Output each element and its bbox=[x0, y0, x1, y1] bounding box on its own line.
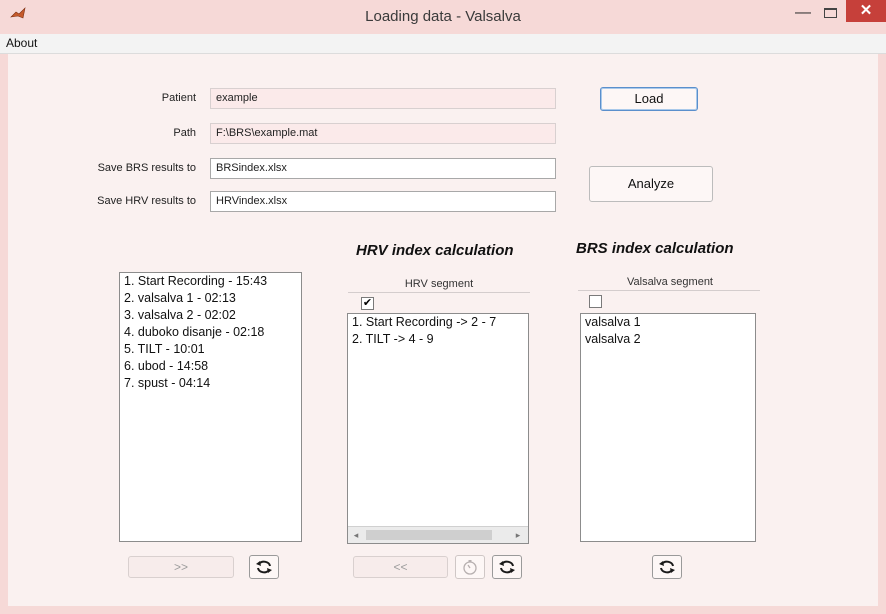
list-item[interactable]: valsalva 2 bbox=[581, 331, 755, 348]
analyze-button[interactable]: Analyze bbox=[589, 166, 713, 202]
valsalva-segment-label: Valsalva segment bbox=[626, 276, 713, 288]
scroll-right-icon[interactable]: ▸ bbox=[512, 528, 524, 542]
brs-refresh-button[interactable] bbox=[652, 555, 682, 579]
list-item[interactable]: 3. valsalva 2 - 02:02 bbox=[120, 307, 301, 324]
divider bbox=[348, 292, 530, 293]
scroll-left-icon[interactable]: ◂ bbox=[350, 528, 362, 542]
hrv-save-label: Save HRV results to bbox=[97, 195, 196, 207]
brs-heading: BRS index calculation bbox=[576, 240, 734, 257]
list-item[interactable]: 6. ubod - 14:58 bbox=[120, 358, 301, 375]
patient-field[interactable]: example bbox=[210, 88, 556, 109]
hrv-segment-list[interactable]: 1. Start Recording -> 2 - 7 2. TILT -> 4… bbox=[347, 313, 529, 544]
maximize-icon bbox=[824, 8, 837, 18]
events-list[interactable]: 1. Start Recording - 15:43 2. valsalva 1… bbox=[119, 272, 302, 542]
path-field[interactable]: F:\BRS\example.mat bbox=[210, 123, 556, 144]
hrv-segment-label: HRV segment bbox=[404, 278, 474, 290]
refresh-icon bbox=[659, 560, 675, 574]
path-label: Path bbox=[173, 127, 196, 139]
back-button[interactable]: << bbox=[353, 556, 448, 578]
maximize-button[interactable] bbox=[818, 2, 844, 24]
list-item[interactable]: 1. Start Recording -> 2 - 7 bbox=[348, 314, 528, 331]
hrv-save-field[interactable]: HRVindex.xlsx bbox=[210, 191, 556, 212]
hrv-heading: HRV index calculation bbox=[356, 242, 514, 259]
hrv-segment-checkbox[interactable]: ✔ bbox=[361, 297, 374, 310]
patient-label: Patient bbox=[161, 92, 196, 104]
brs-save-field[interactable]: BRSindex.xlsx bbox=[210, 158, 556, 179]
refresh-icon bbox=[499, 560, 515, 574]
valsalva-segment-checkbox[interactable] bbox=[589, 295, 602, 308]
list-item[interactable]: 5. TILT - 10:01 bbox=[120, 341, 301, 358]
hrv-refresh-button[interactable] bbox=[492, 555, 522, 579]
valsalva-segment-list[interactable]: valsalva 1 valsalva 2 bbox=[580, 313, 756, 542]
list-item[interactable]: 7. spust - 04:14 bbox=[120, 375, 301, 392]
window-title: Loading data - Valsalva bbox=[365, 8, 521, 25]
minimize-button[interactable]: — bbox=[790, 2, 816, 24]
refresh-icon bbox=[256, 560, 272, 574]
list-item[interactable]: 2. valsalva 1 - 02:13 bbox=[120, 290, 301, 307]
timer-button[interactable] bbox=[455, 555, 485, 579]
menu-bar bbox=[0, 34, 886, 54]
list-item[interactable]: 4. duboko disanje - 02:18 bbox=[120, 324, 301, 341]
list-item[interactable]: 2. TILT -> 4 - 9 bbox=[348, 331, 528, 348]
list-item[interactable]: 1. Start Recording - 15:43 bbox=[120, 273, 301, 290]
menu-about[interactable]: About bbox=[6, 36, 37, 50]
divider bbox=[578, 290, 760, 291]
horizontal-scrollbar[interactable]: ◂ ▸ bbox=[348, 526, 528, 543]
load-button[interactable]: Load bbox=[600, 87, 698, 111]
refresh-button[interactable] bbox=[249, 555, 279, 579]
list-item[interactable]: valsalva 1 bbox=[581, 314, 755, 331]
stopwatch-icon bbox=[463, 560, 477, 575]
close-button[interactable]: ✕ bbox=[846, 0, 886, 22]
brs-save-label: Save BRS results to bbox=[97, 162, 196, 174]
scrollbar-thumb[interactable] bbox=[366, 530, 492, 540]
forward-button[interactable]: >> bbox=[128, 556, 234, 578]
